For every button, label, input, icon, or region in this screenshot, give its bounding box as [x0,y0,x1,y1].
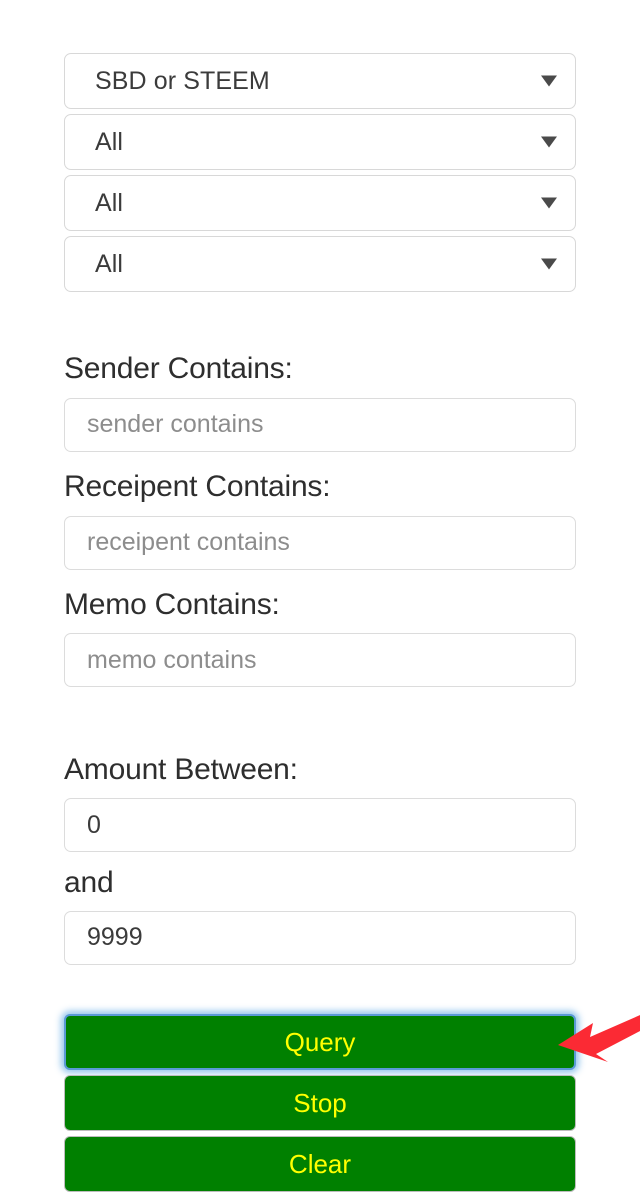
action-button-group: Query Stop Clear [64,965,576,1192]
type-select-value: All [95,127,124,156]
contains-filter-section: Sender Contains: Receipent Contains: Mem… [64,297,576,688]
amount-range-section: Amount Between: and [64,687,576,965]
receipent-contains-label: Receipent Contains: [64,469,331,503]
receipent-contains-input[interactable] [64,515,576,570]
amount-min-input[interactable] [64,798,576,853]
chevron-down-icon [541,197,557,209]
query-form-page: SBD or STEEM All All All Sender Contains… [0,0,640,1192]
amount-between-label: Amount Between: [64,753,298,787]
receipent-contains-field: Receipent Contains: [64,470,576,570]
amount-max-input[interactable] [64,910,576,965]
sender-contains-field: Sender Contains: [64,352,576,452]
transaction-filter-form: SBD or STEEM All All All Sender Contains… [64,0,576,1197]
chevron-down-icon [541,75,557,87]
memo-contains-input[interactable] [64,633,576,688]
currency-select-value: SBD or STEEM [95,66,270,95]
filter-select-group: SBD or STEEM All All All [64,0,576,292]
memo-contains-field: Memo Contains: [64,588,576,688]
query-button[interactable]: Query [64,1013,576,1070]
period-select[interactable]: All [64,236,576,292]
chevron-down-icon [541,258,557,270]
chevron-down-icon [541,136,557,148]
type-select[interactable]: All [64,114,576,170]
direction-select-value: All [95,188,124,217]
stop-button[interactable]: Stop [64,1074,576,1131]
amount-and-label: and [64,866,114,900]
clear-button[interactable]: Clear [64,1135,576,1192]
sender-contains-input[interactable] [64,397,576,452]
period-select-value: All [95,249,124,278]
currency-select[interactable]: SBD or STEEM [64,53,576,109]
direction-select[interactable]: All [64,175,576,231]
sender-contains-label: Sender Contains: [64,352,293,385]
memo-contains-label: Memo Contains: [64,587,280,621]
